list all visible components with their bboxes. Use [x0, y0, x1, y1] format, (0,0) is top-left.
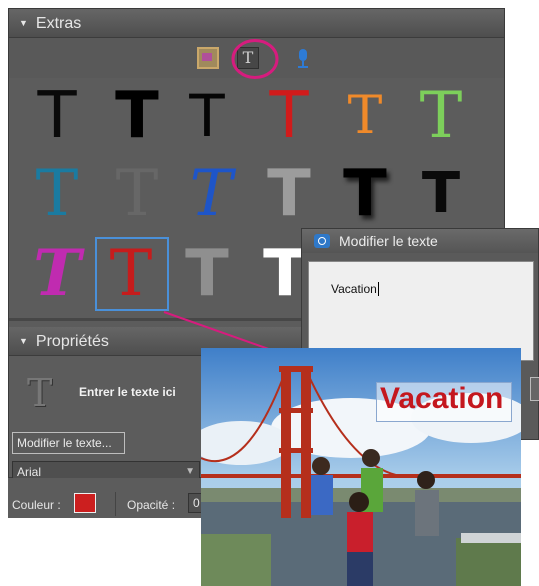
vacation-text-overlay: Vacation [380, 382, 504, 415]
